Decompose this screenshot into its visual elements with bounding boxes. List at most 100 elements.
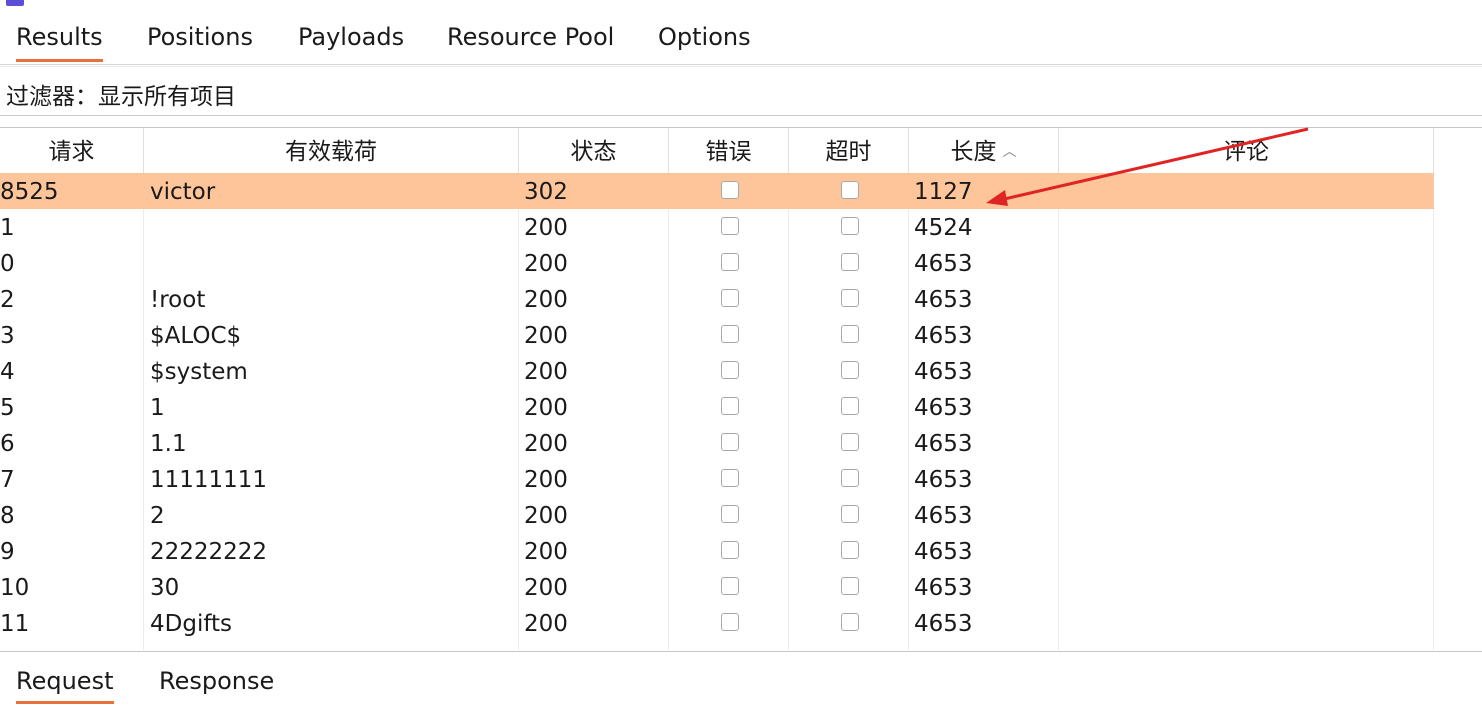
error-checkbox[interactable] <box>721 613 739 631</box>
timeout-checkbox[interactable] <box>841 433 859 451</box>
cell-status: 200 <box>524 575 568 601</box>
cell-status: 200 <box>524 503 568 529</box>
table-row-partial[interactable] <box>0 641 1434 650</box>
table-row[interactable]: 3 $ALOC$ 200 4653 <box>0 317 1434 353</box>
chevron-up-icon: ︿ <box>1002 144 1017 160</box>
error-checkbox[interactable] <box>721 577 739 595</box>
timeout-checkbox[interactable] <box>841 541 859 559</box>
cell-payload: 11111111 <box>150 467 268 493</box>
cell-request: 1 <box>0 215 15 241</box>
cell-payload: $system <box>150 359 248 385</box>
timeout-checkbox[interactable] <box>841 361 859 379</box>
table-row[interactable]: 10 30 200 4653 <box>0 569 1434 605</box>
app-icon <box>6 0 24 6</box>
table-row[interactable]: 9 22222222 200 4653 <box>0 533 1434 569</box>
error-checkbox[interactable] <box>721 505 739 523</box>
cell-status: 200 <box>524 359 568 385</box>
cell-status: 200 <box>524 539 568 565</box>
timeout-checkbox[interactable] <box>841 613 859 631</box>
intruder-attack-window: Results Positions Payloads Resource Pool… <box>0 0 1482 711</box>
cell-status: 200 <box>524 395 568 421</box>
timeout-checkbox[interactable] <box>841 181 859 199</box>
tab-positions[interactable]: Positions <box>147 8 253 62</box>
error-checkbox[interactable] <box>721 397 739 415</box>
cell-length: 4653 <box>914 395 973 421</box>
tab-payloads[interactable]: Payloads <box>298 8 404 62</box>
error-checkbox[interactable] <box>721 217 739 235</box>
title-bar <box>0 0 1482 8</box>
results-tab-bar: Results Positions Payloads Resource Pool… <box>0 8 1482 65</box>
table-row[interactable]: 5 1 200 4653 <box>0 389 1434 425</box>
cell-payload: victor <box>150 179 216 205</box>
cell-request: 2 <box>0 287 15 313</box>
error-checkbox[interactable] <box>721 289 739 307</box>
table-row[interactable]: 0 200 4653 <box>0 245 1434 281</box>
cell-status: 200 <box>524 215 568 241</box>
cell-length: 4653 <box>914 323 973 349</box>
cell-payload: $ALOC$ <box>150 323 242 349</box>
table-row[interactable]: 2 !root 200 4653 <box>0 281 1434 317</box>
cell-request: 9 <box>0 539 15 565</box>
cell-length: 4653 <box>914 539 973 565</box>
table-row[interactable]: 11 4Dgifts 200 4653 <box>0 605 1434 641</box>
cell-status: 200 <box>524 431 568 457</box>
table-row[interactable]: 8525 victor 302 1127 <box>0 173 1434 209</box>
timeout-checkbox[interactable] <box>841 577 859 595</box>
cell-request: 5 <box>0 395 15 421</box>
timeout-checkbox[interactable] <box>841 469 859 487</box>
error-checkbox[interactable] <box>721 469 739 487</box>
error-checkbox[interactable] <box>721 541 739 559</box>
column-header-timeout[interactable]: 超时 <box>789 128 909 173</box>
column-header-length[interactable]: 长度 ︿ <box>909 128 1059 173</box>
tab-resource-pool[interactable]: Resource Pool <box>447 8 614 62</box>
filter-settings-button[interactable]: 过滤器：显示所有项目 <box>6 77 236 111</box>
table-header: 请求 有效载荷 状态 错误 超时 长度 ︿ 评论 <box>0 128 1482 173</box>
timeout-checkbox[interactable] <box>841 505 859 523</box>
table-row[interactable]: 6 1.1 200 4653 <box>0 425 1434 461</box>
table-row[interactable]: 1 200 4524 <box>0 209 1434 245</box>
error-checkbox[interactable] <box>721 253 739 271</box>
error-checkbox[interactable] <box>721 181 739 199</box>
cell-payload: 1.1 <box>150 431 187 457</box>
column-header-error[interactable]: 错误 <box>669 128 789 173</box>
column-header-status[interactable]: 状态 <box>519 128 669 173</box>
error-checkbox[interactable] <box>721 361 739 379</box>
timeout-checkbox[interactable] <box>841 289 859 307</box>
table-row[interactable]: 8 2 200 4653 <box>0 497 1434 533</box>
cell-request: 6 <box>0 431 15 457</box>
error-checkbox[interactable] <box>721 433 739 451</box>
cell-request: 8 <box>0 503 15 529</box>
cell-request: 3 <box>0 323 15 349</box>
cell-request: 4 <box>0 359 15 385</box>
error-checkbox[interactable] <box>721 325 739 343</box>
cell-request: 0 <box>0 251 15 277</box>
tab-request[interactable]: Request <box>16 652 114 704</box>
cell-length: 4653 <box>914 611 973 637</box>
cell-payload <box>150 245 510 281</box>
message-tab-bar: Request Response <box>0 651 1482 711</box>
cell-length: 4653 <box>914 251 973 277</box>
column-header-request[interactable]: 请求 <box>0 128 144 173</box>
cell-length: 1127 <box>914 179 973 205</box>
results-table: 请求 有效载荷 状态 错误 超时 长度 ︿ 评论 8525 victor 302 112… <box>0 127 1482 650</box>
cell-status: 200 <box>524 467 568 493</box>
cell-length: 4653 <box>914 503 973 529</box>
cell-payload <box>150 209 510 245</box>
timeout-checkbox[interactable] <box>841 325 859 343</box>
timeout-checkbox[interactable] <box>841 253 859 271</box>
cell-payload: 2 <box>150 503 165 529</box>
timeout-checkbox[interactable] <box>841 217 859 235</box>
column-header-payload[interactable]: 有效载荷 <box>144 128 519 173</box>
tab-options[interactable]: Options <box>658 8 751 62</box>
cell-request: 11 <box>0 611 30 637</box>
table-row[interactable]: 7 11111111 200 4653 <box>0 461 1434 497</box>
cell-length: 4524 <box>914 215 973 241</box>
tab-results[interactable]: Results <box>16 8 103 62</box>
column-header-comment[interactable]: 评论 <box>1059 128 1434 173</box>
cell-payload: 30 <box>150 575 180 601</box>
table-row[interactable]: 4 $system 200 4653 <box>0 353 1434 389</box>
cell-length: 4653 <box>914 431 973 457</box>
tab-response[interactable]: Response <box>159 652 274 704</box>
timeout-checkbox[interactable] <box>841 397 859 415</box>
cell-request: 10 <box>0 575 30 601</box>
